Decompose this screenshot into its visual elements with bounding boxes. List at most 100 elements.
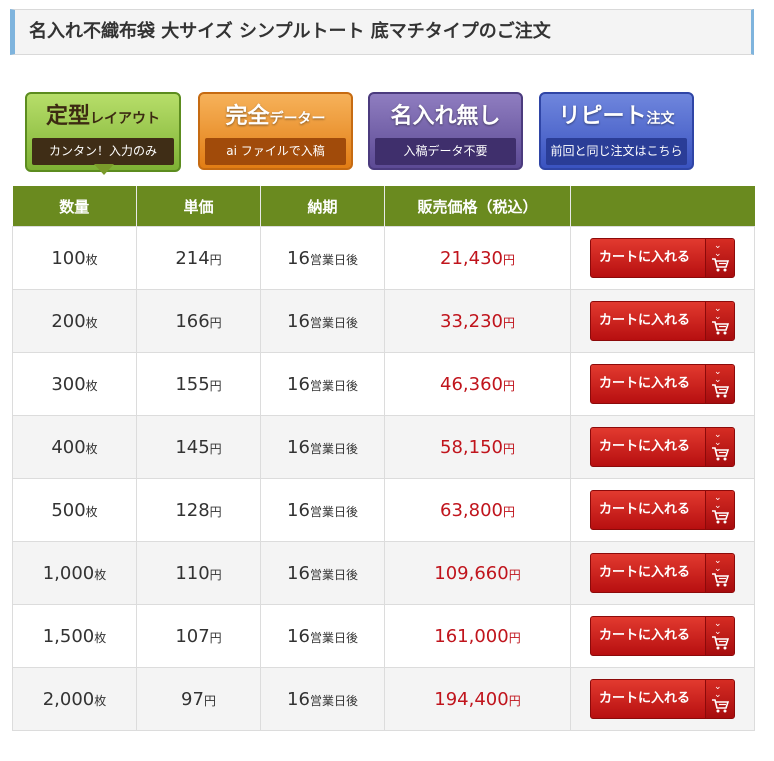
total-price-value: 194,400 <box>434 688 509 710</box>
add-to-cart-button[interactable]: カートに入れる ⌄ ⌄ <box>590 679 735 719</box>
tab-repeat-order-small: 注文 <box>646 111 675 127</box>
double-chevron-down-icon: ⌄ ⌄ <box>714 682 722 700</box>
shopping-cart-icon <box>712 636 729 650</box>
tab-standard-layout-small: レイアウト <box>90 111 160 127</box>
unit-price-cell: 214円 <box>136 226 261 290</box>
quantity-value: 2,000 <box>42 688 95 710</box>
add-to-cart-button[interactable]: カートに入れる ⌄ ⌄ <box>590 427 735 467</box>
delivery-unit: 営業日後 <box>309 693 358 708</box>
add-to-cart-label: カートに入れる <box>599 691 691 706</box>
delivery-unit: 営業日後 <box>309 315 358 330</box>
total-price-cell: 33,230円 <box>384 289 571 353</box>
quantity-unit: 枚 <box>94 630 107 645</box>
add-to-cart-button[interactable]: カートに入れる ⌄ ⌄ <box>590 616 735 656</box>
quantity-cell: 2,000枚 <box>12 667 137 731</box>
delivery-cell: 16営業日後 <box>260 352 385 416</box>
cart-icon: ⌄ ⌄ <box>705 617 734 655</box>
tab-standard-layout-title: 定型レイアウト <box>27 94 179 138</box>
table-row: 400枚 145円 16営業日後 58,150円 カートに入れる ⌄ ⌄ <box>12 415 755 479</box>
total-price-cell: 63,800円 <box>384 478 571 542</box>
unit-price-cell: 145円 <box>136 415 261 479</box>
quantity-cell: 300枚 <box>12 352 137 416</box>
double-chevron-down-icon: ⌄ ⌄ <box>714 367 722 385</box>
table-row: 1,000枚 110円 16営業日後 109,660円 カートに入れる ⌄ ⌄ <box>12 541 755 605</box>
cart-cell: カートに入れる ⌄ ⌄ <box>570 289 755 353</box>
quantity-cell: 500枚 <box>12 478 137 542</box>
total-price-cell: 46,360円 <box>384 352 571 416</box>
double-chevron-down-icon: ⌄ ⌄ <box>714 304 722 322</box>
header-quantity: 数量 <box>12 186 137 227</box>
quantity-value: 200 <box>51 310 86 332</box>
table-row: 1,500枚 107円 16営業日後 161,000円 カートに入れる ⌄ ⌄ <box>12 604 755 668</box>
total-price-unit: 円 <box>502 504 515 519</box>
quantity-cell: 100枚 <box>12 226 137 290</box>
unit-price-value: 214 <box>175 247 210 269</box>
table-row: 200枚 166円 16営業日後 33,230円 カートに入れる ⌄ ⌄ <box>12 289 755 353</box>
add-to-cart-label: カートに入れる <box>599 565 691 580</box>
add-to-cart-label: カートに入れる <box>599 376 691 391</box>
cart-cell: カートに入れる ⌄ ⌄ <box>570 415 755 479</box>
cart-icon: ⌄ ⌄ <box>705 428 734 466</box>
unit-price-value: 155 <box>175 373 210 395</box>
header-cart <box>570 186 755 227</box>
add-to-cart-label: カートに入れる <box>599 250 691 265</box>
delivery-cell: 16営業日後 <box>260 289 385 353</box>
shopping-cart-icon <box>712 258 729 272</box>
delivery-days: 16 <box>287 436 310 458</box>
quantity-cell: 1,500枚 <box>12 604 137 668</box>
double-chevron-down-icon: ⌄ ⌄ <box>714 619 722 637</box>
unit-price-cell: 155円 <box>136 352 261 416</box>
total-price-unit: 円 <box>502 378 515 393</box>
total-price-unit: 円 <box>508 567 521 582</box>
add-to-cart-label: カートに入れる <box>599 628 691 643</box>
tab-standard-layout[interactable]: 定型レイアウト カンタン！入力のみ <box>25 92 181 172</box>
tab-no-print-main: 名入れ無し <box>390 104 501 129</box>
quantity-unit: 枚 <box>85 504 98 519</box>
delivery-cell: 16営業日後 <box>260 541 385 605</box>
quantity-unit: 枚 <box>85 441 98 456</box>
unit-price-value: 145 <box>175 436 210 458</box>
total-price-cell: 21,430円 <box>384 226 571 290</box>
total-price-cell: 194,400円 <box>384 667 571 731</box>
add-to-cart-button[interactable]: カートに入れる ⌄ ⌄ <box>590 553 735 593</box>
cart-cell: カートに入れる ⌄ ⌄ <box>570 604 755 668</box>
table-row: 100枚 214円 16営業日後 21,430円 カートに入れる ⌄ ⌄ <box>12 226 755 290</box>
double-chevron-down-icon: ⌄ ⌄ <box>714 556 722 574</box>
delivery-cell: 16営業日後 <box>260 604 385 668</box>
header-delivery: 納期 <box>260 186 385 227</box>
total-price-value: 46,360 <box>440 373 503 395</box>
cart-icon: ⌄ ⌄ <box>705 491 734 529</box>
total-price-unit: 円 <box>502 315 515 330</box>
tab-repeat-order-title: リピート注文 <box>541 94 692 138</box>
header-unit-price: 単価 <box>136 186 261 227</box>
unit-price-unit: 円 <box>209 567 222 582</box>
add-to-cart-button[interactable]: カートに入れる ⌄ ⌄ <box>590 301 735 341</box>
table-row: 2,000枚 97円 16営業日後 194,400円 カートに入れる ⌄ ⌄ <box>12 667 755 731</box>
unit-price-value: 128 <box>175 499 210 521</box>
add-to-cart-button[interactable]: カートに入れる ⌄ ⌄ <box>590 238 735 278</box>
delivery-days: 16 <box>287 499 310 521</box>
delivery-days: 16 <box>287 247 310 269</box>
unit-price-unit: 円 <box>209 252 222 267</box>
quantity-cell: 400枚 <box>12 415 137 479</box>
unit-price-unit: 円 <box>203 693 216 708</box>
total-price-value: 33,230 <box>440 310 503 332</box>
cart-icon: ⌄ ⌄ <box>705 680 734 718</box>
delivery-cell: 16営業日後 <box>260 226 385 290</box>
add-to-cart-button[interactable]: カートに入れる ⌄ ⌄ <box>590 490 735 530</box>
tab-complete-data[interactable]: 完全データー ai ファイルで入稿 <box>198 92 353 170</box>
tab-complete-data-main: 完全 <box>225 104 270 129</box>
add-to-cart-button[interactable]: カートに入れる ⌄ ⌄ <box>590 364 735 404</box>
tab-repeat-order[interactable]: リピート注文 前回と同じ注文はこちら <box>539 92 694 170</box>
delivery-cell: 16営業日後 <box>260 667 385 731</box>
unit-price-cell: 97円 <box>136 667 261 731</box>
delivery-unit: 営業日後 <box>309 441 358 456</box>
unit-price-unit: 円 <box>209 630 222 645</box>
unit-price-unit: 円 <box>209 315 222 330</box>
total-price-unit: 円 <box>508 693 521 708</box>
quantity-unit: 枚 <box>94 567 107 582</box>
delivery-cell: 16営業日後 <box>260 478 385 542</box>
page-title: 名入れ不織布袋 大サイズ シンプルトート 底マチタイプのご注文 <box>29 21 551 42</box>
tab-no-print[interactable]: 名入れ無し 入稿データ不要 <box>368 92 523 170</box>
quantity-cell: 200枚 <box>12 289 137 353</box>
